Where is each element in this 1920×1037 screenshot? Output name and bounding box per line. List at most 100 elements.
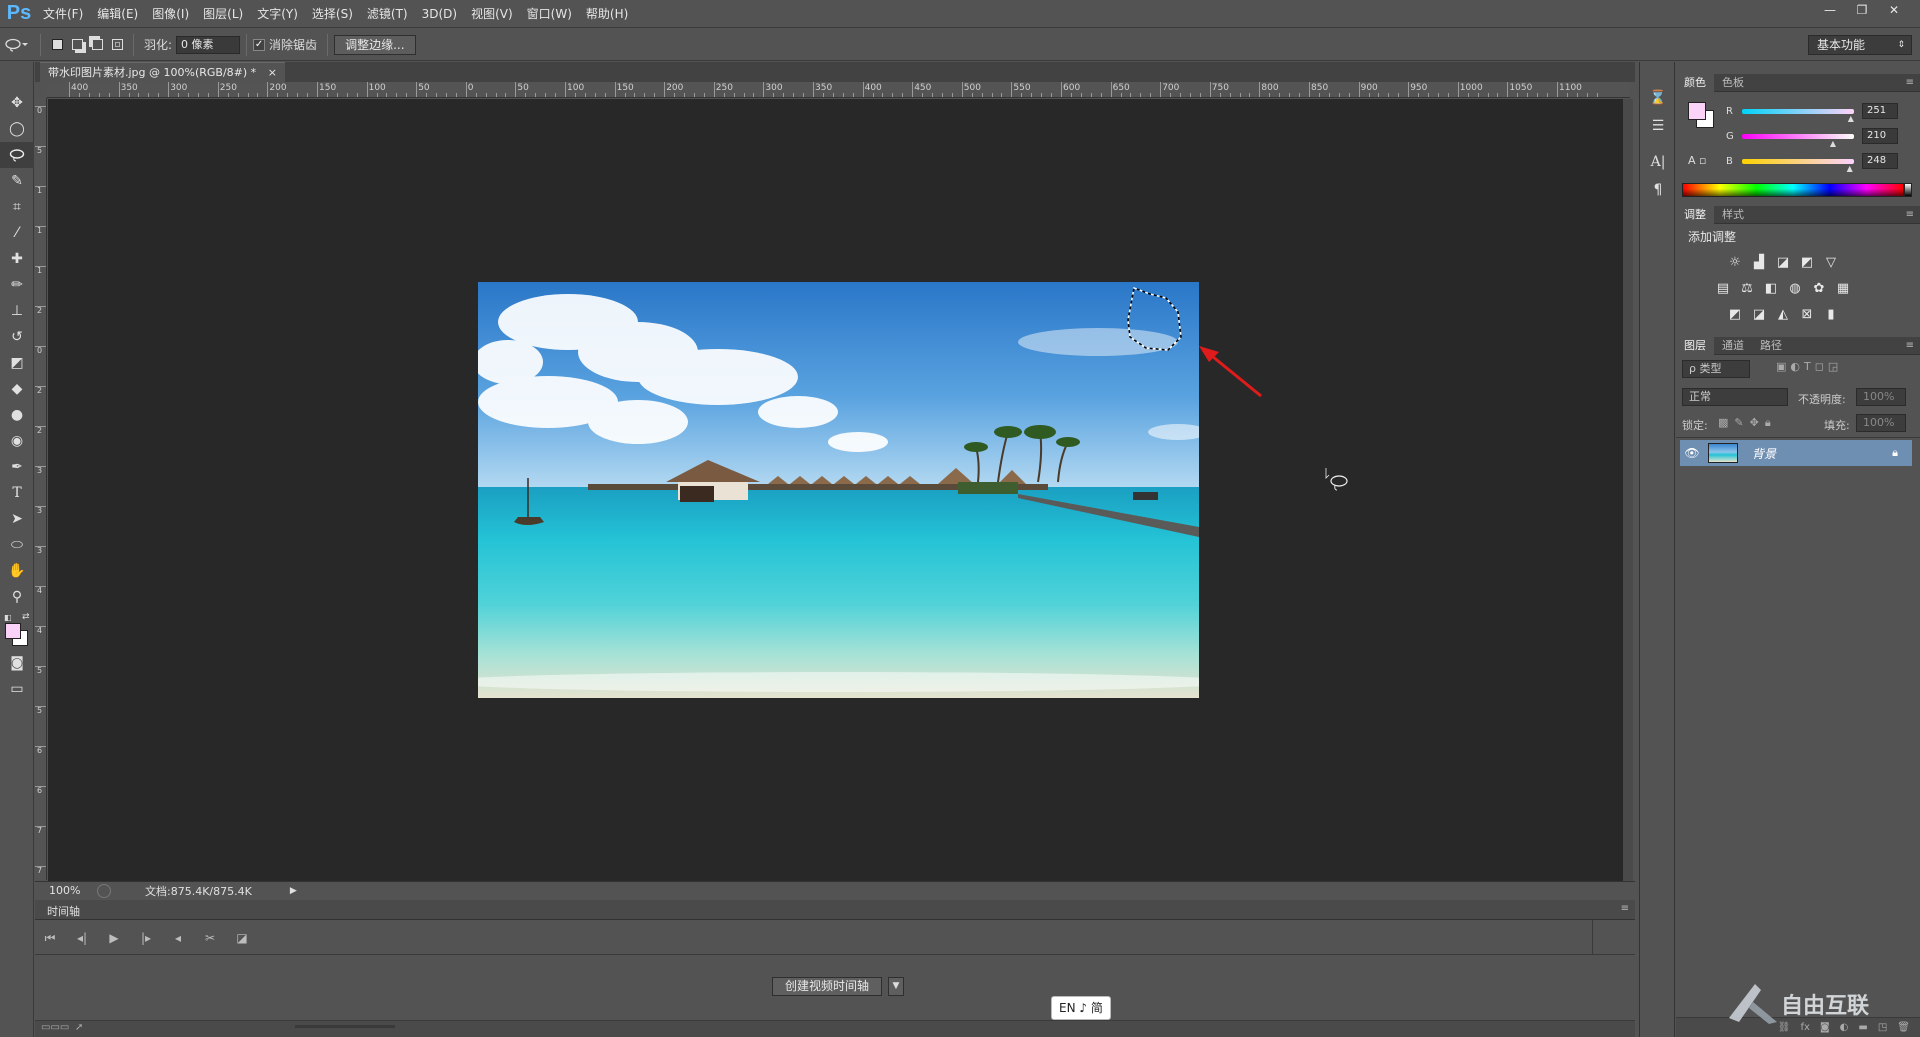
document-image[interactable] (478, 282, 1199, 698)
photo-filter-icon[interactable]: ◍ (1784, 278, 1806, 298)
dodge-tool-icon[interactable]: ◉ (0, 428, 34, 454)
eraser-tool-icon[interactable]: ◩ (0, 350, 34, 376)
document-tab[interactable]: 带水印图片素材.jpg @ 100%(RGB/8#) * × (40, 62, 285, 82)
brightness-icon[interactable]: ☼ (1724, 252, 1746, 272)
refine-edge-button[interactable]: 调整边缘... (334, 34, 416, 55)
next-frame-icon[interactable]: |▸ (135, 928, 157, 948)
visibility-eye-icon[interactable]: 👁︎ (1680, 446, 1704, 460)
layer-name[interactable]: 背景 (1752, 445, 1776, 462)
move-tool-icon[interactable]: ✥ (0, 90, 34, 116)
paint-bucket-tool-icon[interactable]: ◆ (0, 376, 34, 402)
minimize-button[interactable]: — (1814, 0, 1846, 20)
marquee-tool-icon[interactable]: ◯ (0, 116, 34, 142)
restore-button[interactable]: ❐ (1846, 0, 1878, 20)
crop-tool-icon[interactable]: ⌗ (0, 194, 34, 220)
first-frame-icon[interactable]: ⏮ (39, 928, 61, 948)
properties-panel-icon[interactable]: ☰ (1640, 112, 1676, 140)
panel-menu-icon[interactable]: ≡ (1906, 340, 1914, 351)
color-spectrum[interactable] (1682, 183, 1904, 197)
frame-animation-icon[interactable]: ▭▭▭ (41, 1022, 69, 1033)
tab-swatches[interactable]: 色板 (1714, 74, 1752, 92)
transition-icon[interactable]: ◪ (231, 928, 253, 948)
filter-adjustment-icon[interactable]: ◐ (1790, 360, 1800, 373)
zoom-tool-icon[interactable]: ⚲ (0, 584, 34, 610)
blend-mode-select[interactable]: 正常 (1682, 388, 1788, 406)
menu-edit[interactable]: 编辑(E) (90, 0, 145, 28)
blur-tool-icon[interactable]: ● (0, 402, 34, 428)
status-menu-arrow-icon[interactable]: ▶ (290, 886, 297, 896)
menu-view[interactable]: 视图(V) (464, 0, 520, 28)
vertical-scrollbar[interactable] (1623, 99, 1633, 881)
menu-image[interactable]: 图像(I) (145, 0, 196, 28)
black-white-icon[interactable]: ◧ (1760, 278, 1782, 298)
pen-tool-icon[interactable]: ✒ (0, 454, 34, 480)
layer-filter-select[interactable]: ρ 类型 (1682, 360, 1750, 378)
color-balance-icon[interactable]: ⚖ (1736, 278, 1758, 298)
tab-paths[interactable]: 路径 (1752, 337, 1790, 355)
red-slider[interactable]: ▲ (1742, 108, 1854, 123)
swap-colors-icon[interactable]: ⇄ (22, 612, 30, 622)
vibrance-icon[interactable]: ▽ (1820, 252, 1842, 272)
default-colors-icon[interactable]: ◧ (4, 613, 12, 622)
render-arrow-icon[interactable]: ➚ (75, 1022, 83, 1033)
create-video-timeline-button[interactable]: 创建视频时间轴 (772, 977, 883, 996)
menu-select[interactable]: 选择(S) (305, 0, 360, 28)
audio-icon[interactable]: ◂ (167, 928, 189, 948)
lock-all-icon[interactable]: 🔒︎ (1765, 416, 1771, 430)
black-white-ramp[interactable] (1904, 183, 1912, 197)
foreground-color-swatch[interactable] (5, 623, 21, 639)
blue-value-input[interactable]: 248 (1862, 153, 1898, 169)
close-tab-icon[interactable]: × (268, 66, 277, 79)
quick-selection-tool-icon[interactable]: ✎ (0, 168, 34, 194)
foreground-color-swatch[interactable] (1688, 102, 1706, 120)
lock-transparent-icon[interactable]: ▩ (1718, 416, 1728, 430)
exposure-icon[interactable]: ◩ (1796, 252, 1818, 272)
brush-tool-icon[interactable]: ✏ (0, 272, 34, 298)
menu-file[interactable]: 文件(F) (36, 0, 90, 28)
split-scissors-icon[interactable]: ✂ (199, 928, 221, 948)
slider-thumb-icon[interactable]: ▲ (1847, 164, 1853, 173)
tab-adjustments[interactable]: 调整 (1676, 205, 1714, 224)
clone-stamp-tool-icon[interactable]: ⊥ (0, 298, 34, 324)
screen-mode-icon[interactable]: ▭ (0, 676, 34, 702)
color-swatches[interactable]: ◧ ⇄ (0, 610, 34, 650)
selective-color-icon[interactable]: ⊠ (1796, 304, 1818, 324)
lock-image-icon[interactable]: ✎ (1734, 416, 1743, 430)
invert-icon[interactable]: ◩ (1724, 304, 1746, 324)
type-tool-icon[interactable]: T (0, 480, 34, 506)
blue-slider[interactable]: ▲ (1742, 158, 1854, 173)
panel-menu-icon[interactable]: ≡ (1906, 77, 1914, 88)
shape-tool-icon[interactable]: ⬭ (0, 532, 34, 558)
workspace-select[interactable]: 基本功能 ⇕ (1808, 35, 1912, 55)
character-panel-icon[interactable]: A| (1640, 148, 1676, 176)
timeline-zoom-slider[interactable] (295, 1025, 395, 1028)
lock-position-icon[interactable]: ✥ (1750, 416, 1759, 430)
quick-mask-icon[interactable]: ◙ (0, 650, 34, 676)
panel-menu-icon[interactable]: ≡ (1621, 903, 1629, 914)
antialias-checkbox[interactable]: ✓ (253, 38, 266, 51)
new-selection-icon[interactable] (47, 35, 67, 55)
slider-thumb-icon[interactable]: ▲ (1848, 114, 1854, 123)
slider-thumb-icon[interactable]: ▲ (1830, 139, 1836, 148)
filter-pixel-icon[interactable]: ▣ (1776, 360, 1786, 373)
gradient-map-icon[interactable]: ▮ (1820, 304, 1842, 324)
zoom-level[interactable]: 100% (49, 884, 91, 897)
create-timeline-dropdown[interactable]: ▼ (888, 977, 904, 996)
eyedropper-tool-icon[interactable]: ⁄ (0, 220, 34, 246)
path-selection-tool-icon[interactable]: ➤ (0, 506, 34, 532)
red-value-input[interactable]: 251 (1862, 103, 1898, 119)
panel-menu-icon[interactable]: ≡ (1906, 209, 1914, 220)
layer-row-background[interactable]: 👁︎ 背景 🔒︎ (1680, 440, 1912, 466)
posterize-icon[interactable]: ◪ (1748, 304, 1770, 324)
feather-input[interactable]: 0 像素 (176, 35, 241, 54)
green-slider[interactable]: ▲ (1742, 133, 1854, 148)
menu-type[interactable]: 文字(Y) (250, 0, 305, 28)
history-brush-tool-icon[interactable]: ↺ (0, 324, 34, 350)
color-lookup-icon[interactable]: ▦ (1832, 278, 1854, 298)
hand-tool-icon[interactable]: ✋ (0, 558, 34, 584)
menu-3d[interactable]: 3D(D) (415, 0, 464, 28)
menu-layer[interactable]: 图层(L) (196, 0, 250, 28)
intersect-selection-icon[interactable] (107, 35, 127, 55)
paragraph-panel-icon[interactable]: ¶ (1640, 176, 1676, 204)
subtract-selection-icon[interactable] (87, 35, 107, 55)
